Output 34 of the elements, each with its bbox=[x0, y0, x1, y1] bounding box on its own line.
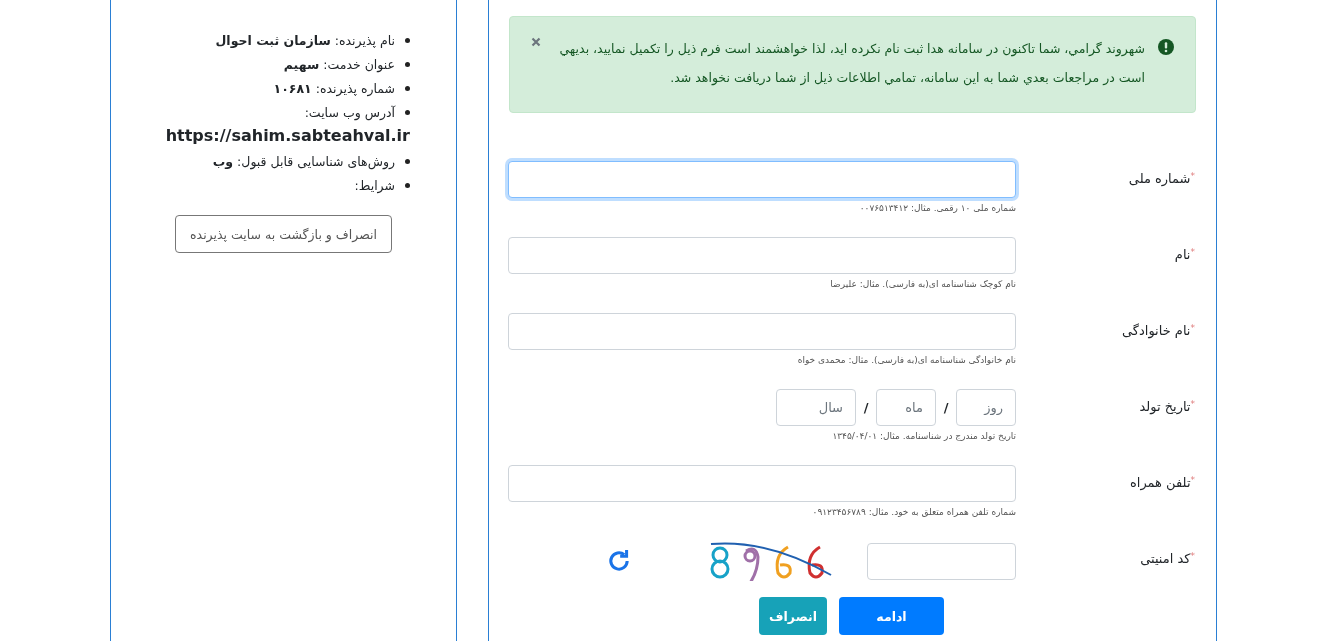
input-field[interactable] bbox=[508, 465, 1016, 502]
date-input[interactable]: روز bbox=[956, 389, 1016, 426]
cancel-return-button[interactable]: انصراف و بازگشت به سایت پذیرنده bbox=[175, 215, 392, 253]
info-text: شرایط: bbox=[354, 177, 395, 193]
field-hint: تاریخ تولد مندرج در شناسنامه. مثال: ۱۳۴۵/۰۴/۰۱ bbox=[831, 431, 1016, 441]
close-icon[interactable] bbox=[531, 37, 541, 47]
field-hint: شماره تلفن همراه متعلق به خود. مثال: ۰۹۱۲۳۴۵۶۷۸۹ bbox=[811, 507, 1016, 517]
field-label: * نام bbox=[1173, 246, 1196, 264]
date-separator: / bbox=[942, 400, 950, 415]
date-input[interactable]: ماه bbox=[876, 389, 936, 426]
exclamation-icon bbox=[1158, 39, 1174, 55]
input-field[interactable] bbox=[508, 161, 1016, 198]
info-text: شماره پذیرنده: ۱۰۶۸۱ bbox=[273, 80, 395, 96]
field-label: * نام خانوادگی bbox=[1120, 322, 1196, 341]
alert-text: شهروند گرامي، شما تاکنون در سامانه هدا ثبت نام نکرده ايد، لذا خواهشمند است فرم ذيل را تکميل نماييد، بديهي است در مراجعات بعدي شما به اين سامانه، تمامي اطلاعات ذيل از شما دريافت نخواهد شد. bbox=[558, 40, 1145, 88]
info-text: عنوان خدمت: سهیم bbox=[283, 56, 395, 72]
captcha-field[interactable] bbox=[867, 542, 1016, 580]
info-text: روش‌های شناسایی قابل قبول: وب bbox=[212, 153, 395, 169]
field-label: * تاریخ تولد bbox=[1138, 398, 1196, 417]
field-hint: شماره ملی ۱۰ رقمی. مثال: ۰۰۷۶۵۱۳۴۱۲ bbox=[858, 203, 1016, 213]
field-hint: نام خانوادگی شناسنامه ای(به فارسی). مثال: محمدی خواه bbox=[796, 355, 1016, 365]
info-text: نام پذیرنده: سازمان ثبت احوال bbox=[215, 32, 395, 48]
date-separator: / bbox=[862, 400, 870, 415]
input-field[interactable] bbox=[508, 313, 1016, 350]
date-input[interactable]: سال bbox=[776, 389, 856, 426]
cancel-button[interactable]: انصراف bbox=[759, 597, 827, 635]
info-text: آدرس وب سایت: bbox=[304, 104, 395, 120]
field-hint: نام کوچک شناسنامه ای(به فارسی). مثال: علیرضا bbox=[829, 279, 1016, 289]
input-field[interactable] bbox=[508, 237, 1016, 274]
continue-button[interactable]: ادامه bbox=[839, 597, 944, 635]
website-url: https://sahim.sabteahval.ir bbox=[164, 125, 410, 147]
field-label: * کد امنیتی bbox=[1139, 550, 1196, 568]
field-label: * تلفن همراه bbox=[1129, 474, 1196, 493]
field-label: * شماره ملی bbox=[1127, 170, 1196, 189]
